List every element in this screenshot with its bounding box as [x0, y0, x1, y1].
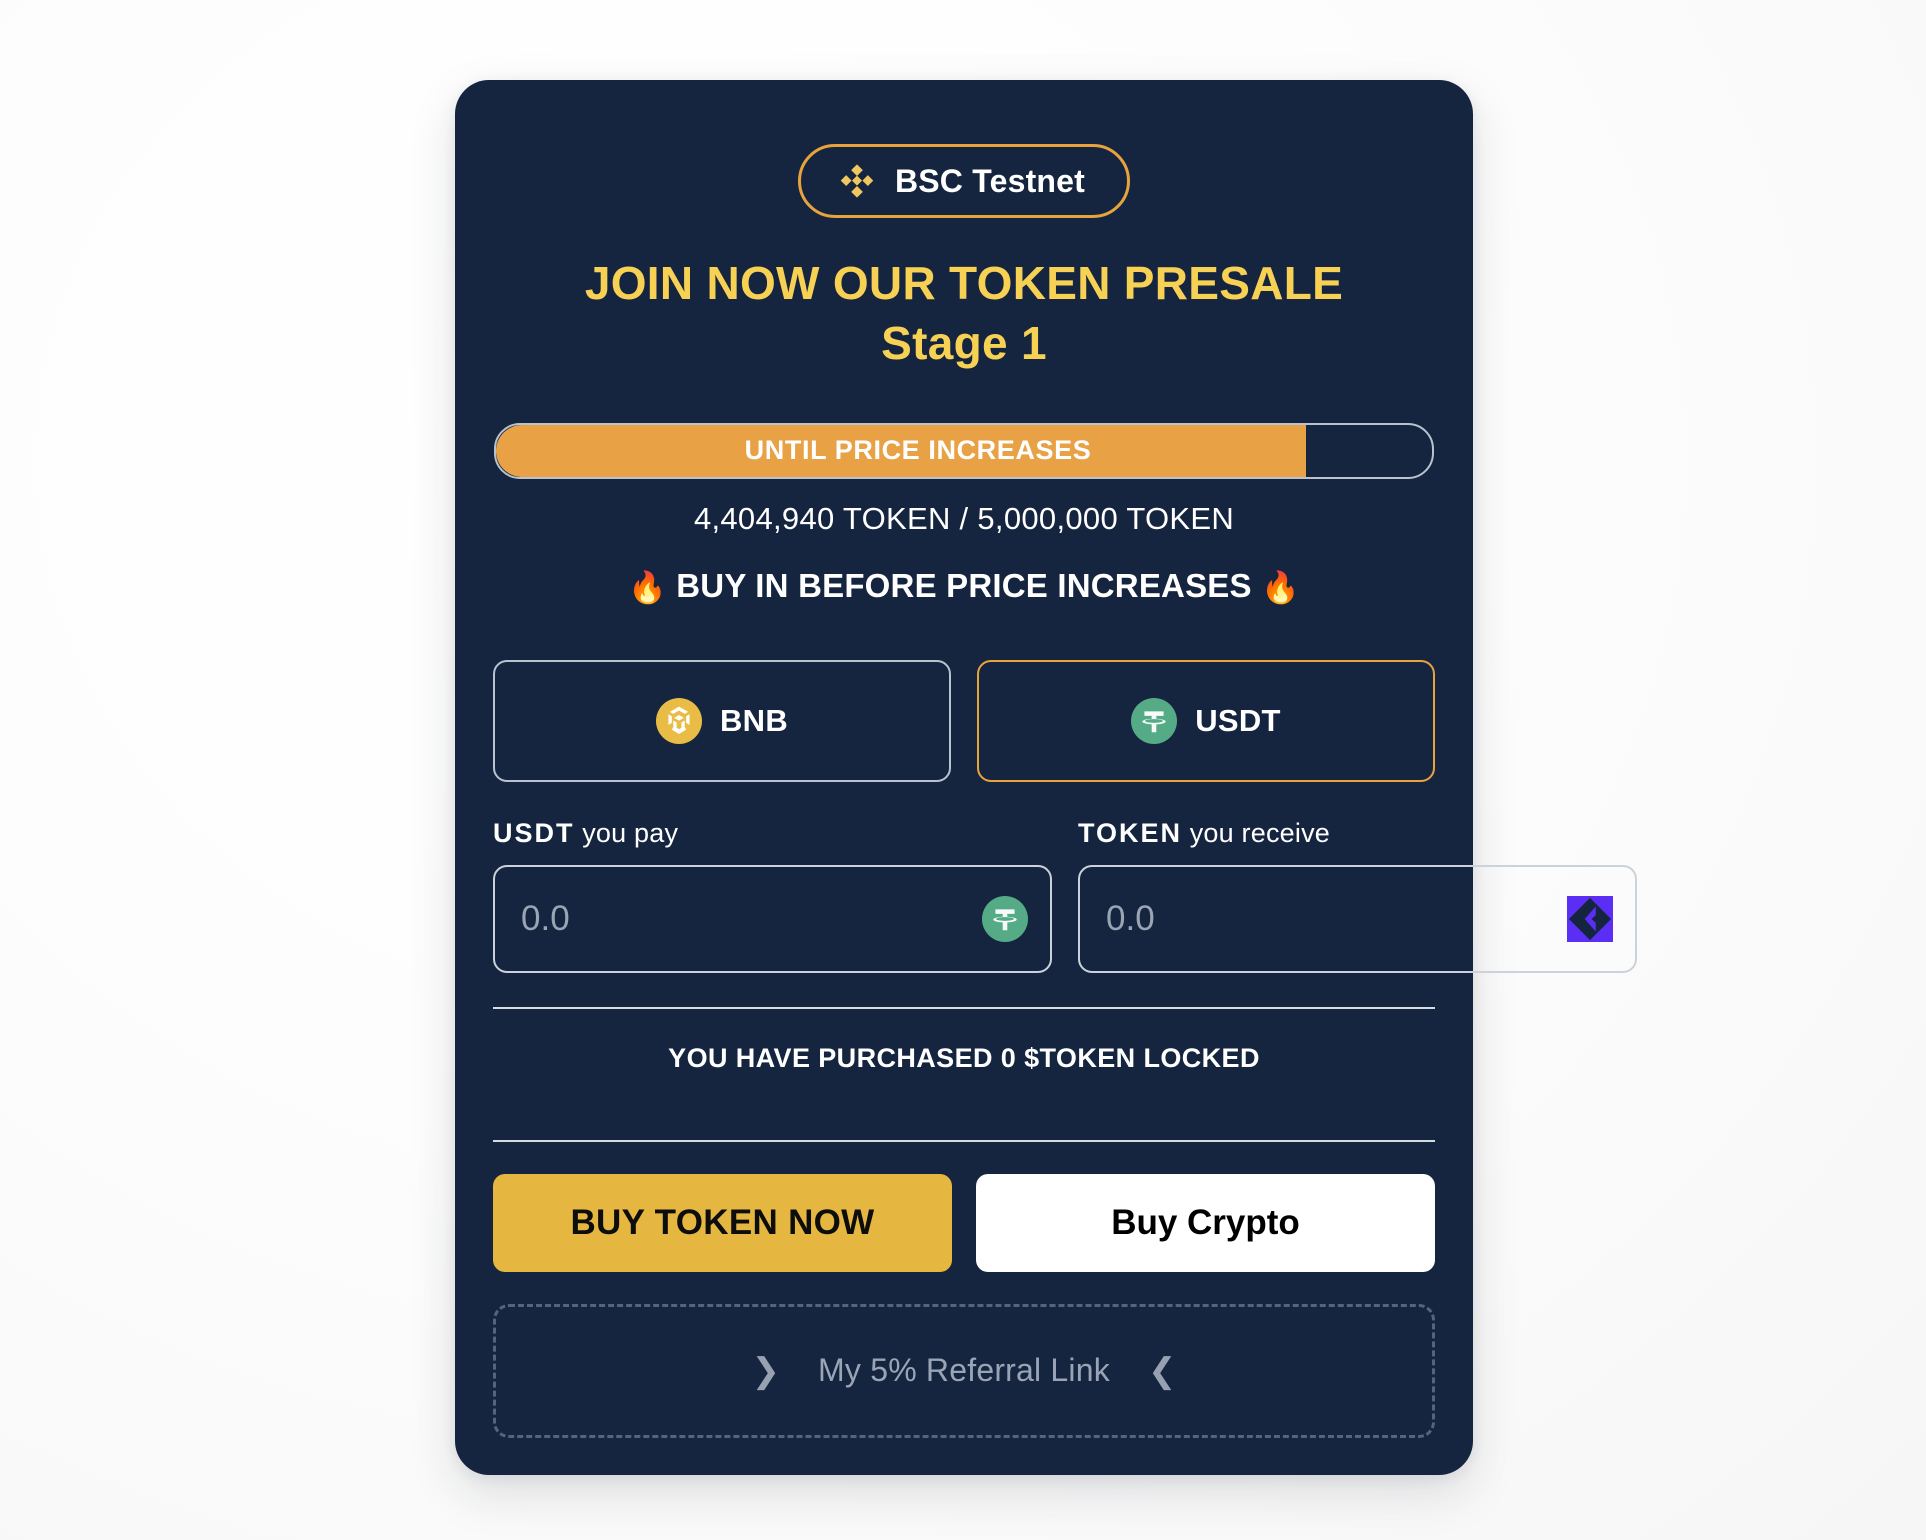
fire-icon-right: 🔥 — [1261, 569, 1300, 605]
receive-input-box — [1078, 864, 1637, 973]
referral-link-box[interactable]: ❯ My 5% Referral Link ❮ — [493, 1303, 1435, 1438]
usdt-coin-icon — [1131, 697, 1178, 744]
currency-option-usdt-label: USDT — [1195, 702, 1281, 738]
receive-field-label-suffix: you receive — [1182, 817, 1330, 848]
pay-field-group: USDT you pay — [493, 818, 1052, 973]
chevron-right-icon: ❯ — [751, 1351, 781, 1390]
currency-option-usdt[interactable]: USDT — [977, 659, 1435, 782]
chevron-left-icon: ❮ — [1147, 1351, 1177, 1390]
amount-fields: USDT you pay TOKEN you receive — [493, 818, 1637, 973]
usdt-coin-icon — [982, 895, 1028, 942]
action-buttons: BUY TOKEN NOW Buy Crypto — [493, 1173, 1435, 1272]
presale-card: BSC Testnet JOIN NOW OUR TOKEN PRESALE S… — [455, 80, 1637, 1475]
token-logo-icon — [1567, 895, 1613, 942]
network-label: BSC Testnet — [894, 162, 1086, 199]
purchased-status: YOU HAVE PURCHASED 0 $TOKEN LOCKED — [668, 1042, 1260, 1073]
network-badge[interactable]: BSC Testnet — [797, 144, 1131, 218]
page-background: BSC Testnet JOIN NOW OUR TOKEN PRESALE S… — [0, 0, 1926, 1540]
pay-field-label: USDT you pay — [493, 818, 1052, 849]
receive-field-label: TOKEN you receive — [1078, 818, 1637, 849]
pay-amount-input[interactable] — [495, 898, 1050, 939]
bnb-diamond-icon — [837, 161, 877, 201]
receive-field-label-currency: TOKEN — [1078, 817, 1183, 848]
pay-field-label-suffix: you pay — [574, 817, 679, 848]
token-count-text: 4,404,940 TOKEN / 5,000,000 TOKEN — [693, 500, 1235, 536]
bnb-coin-icon — [655, 697, 702, 744]
page-title: JOIN NOW OUR TOKEN PRESALE Stage 1 — [493, 256, 1435, 371]
network-pill-container: BSC Testnet — [493, 80, 1435, 218]
headline-line-1: JOIN NOW OUR TOKEN PRESALE — [584, 257, 1344, 309]
pay-input-box — [493, 864, 1052, 973]
headline-stage: Stage 1 — [881, 317, 1047, 370]
receive-amount-input[interactable] — [1080, 898, 1635, 939]
promo-line: 🔥 BUY IN BEFORE PRICE INCREASES 🔥 — [493, 567, 1435, 606]
receive-field-group: TOKEN you receive — [1078, 818, 1637, 973]
currency-selector: BNB USDT — [493, 659, 1435, 782]
buy-crypto-button[interactable]: Buy Crypto — [976, 1173, 1435, 1272]
promo-text: BUY IN BEFORE PRICE INCREASES — [676, 566, 1252, 604]
fire-icon-left: 🔥 — [628, 569, 667, 605]
buy-token-button[interactable]: BUY TOKEN NOW — [493, 1173, 952, 1272]
progress-label: UNTIL PRICE INCREASES — [744, 435, 1092, 466]
referral-link-label: My 5% Referral Link — [818, 1352, 1110, 1389]
presale-progress-bar: UNTIL PRICE INCREASES — [494, 422, 1434, 479]
pay-field-label-currency: USDT — [493, 817, 575, 848]
currency-option-bnb[interactable]: BNB — [493, 659, 951, 782]
currency-option-bnb-label: BNB — [719, 702, 789, 738]
divider-bottom — [493, 1139, 1435, 1142]
progress-section: UNTIL PRICE INCREASES 4,404,940 TOKEN / … — [494, 422, 1434, 537]
